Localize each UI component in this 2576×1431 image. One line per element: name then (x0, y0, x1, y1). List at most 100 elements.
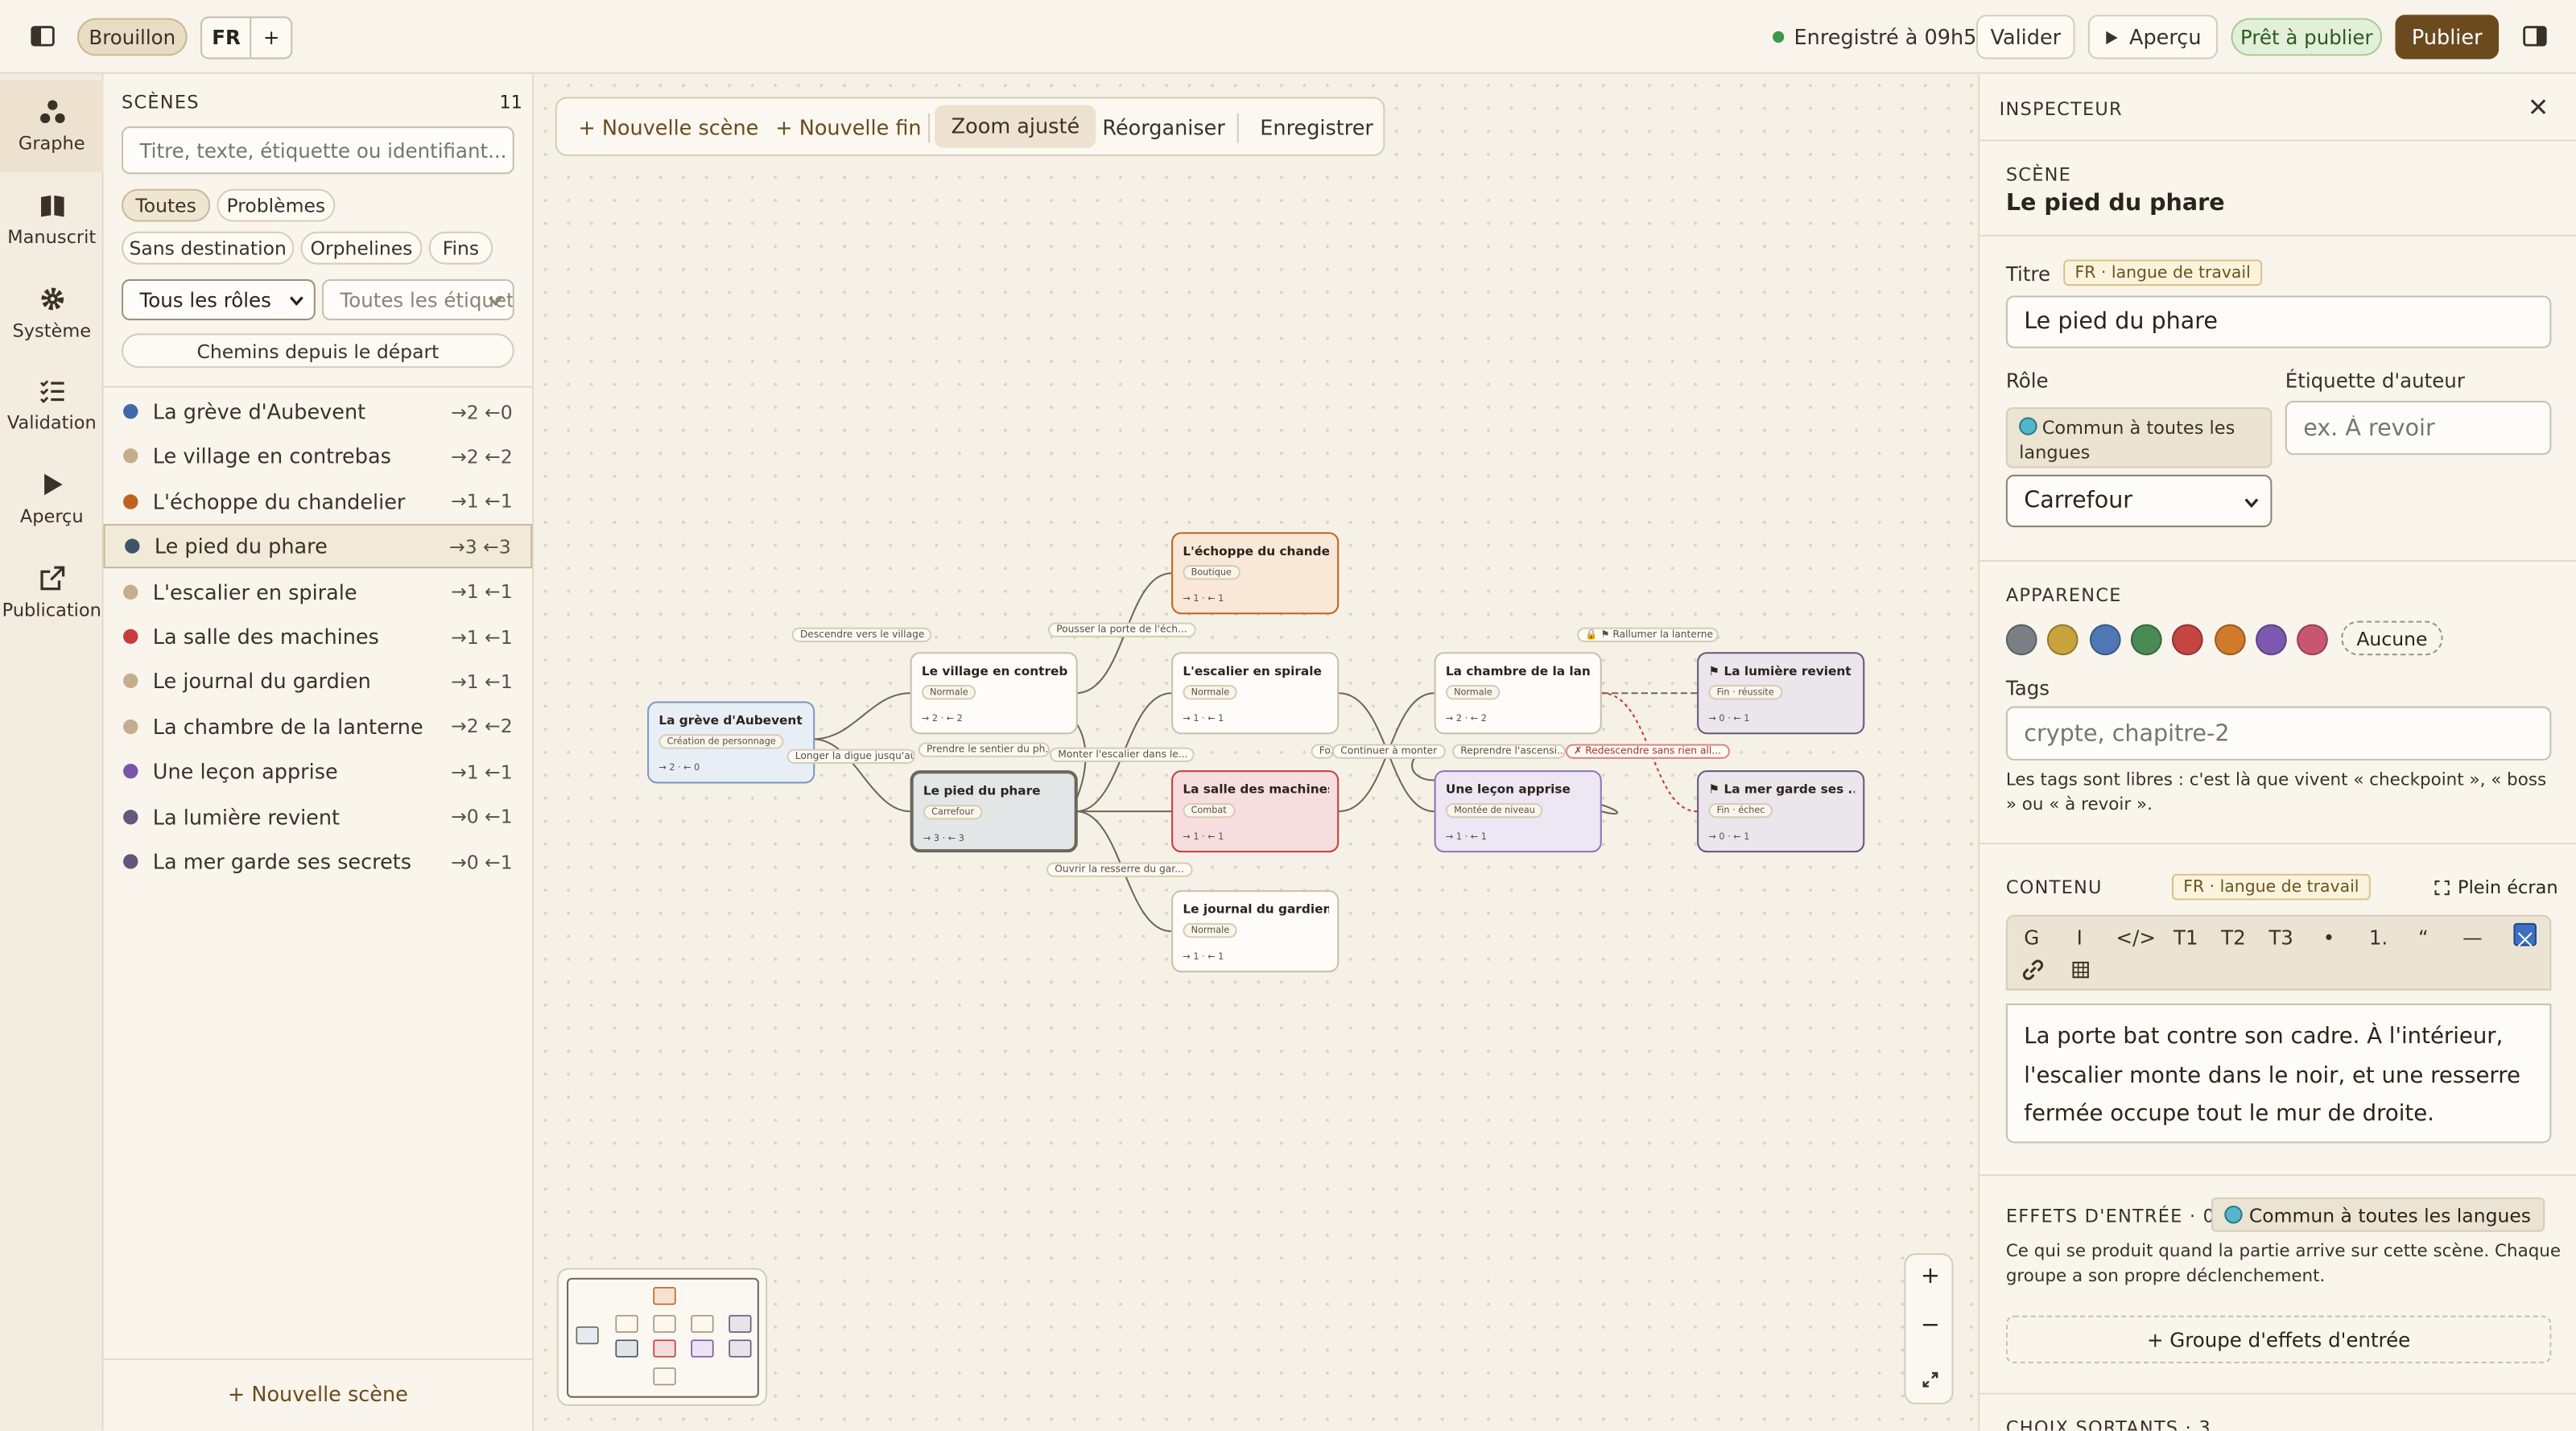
nav-preview[interactable]: Aperçu (0, 453, 104, 545)
color-swatch[interactable] (2047, 624, 2079, 656)
graph-node[interactable]: L'échoppe du chande... Boutique → 1 · ← 1 (1171, 532, 1340, 615)
edge-label[interactable]: Reprendre l'ascensi... (1452, 744, 1566, 759)
add-language-button[interactable]: + (252, 18, 291, 57)
bold-button[interactable]: G (2024, 926, 2039, 950)
graph-node[interactable]: Le village en contrebas Normale → 2 · ← 2 (910, 652, 1078, 735)
scene-list-item[interactable]: Le village en contrebas →2 ←2 (104, 435, 533, 479)
scene-list-item[interactable]: Le journal du gardien →1 ←1 (104, 659, 533, 703)
filter-orphans[interactable]: Orphelines (300, 231, 423, 265)
minimap[interactable] (556, 1268, 768, 1406)
color-swatch[interactable] (2089, 624, 2120, 656)
role-select[interactable]: Tous les rôles (122, 278, 316, 320)
edge-label[interactable]: ✗ Redescendre sans rien all... (1565, 744, 1730, 759)
color-swatch[interactable] (2172, 624, 2204, 656)
scene-list-item[interactable]: La lumière revient →0 ←1 (104, 794, 533, 839)
scene-list-item[interactable]: L'escalier en spirale →1 ←1 (104, 569, 533, 613)
scene-color-dot (123, 854, 138, 869)
inspector-toggle-icon[interactable] (2522, 23, 2549, 50)
edge-label[interactable]: Descendre vers le village (791, 627, 932, 642)
edge-label[interactable]: Pousser la porte de l'éch... (1048, 622, 1195, 637)
color-swatch[interactable] (2213, 624, 2245, 656)
color-swatch[interactable] (2130, 624, 2162, 656)
scene-name: L'échoppe du chandelier (152, 489, 406, 514)
graph-node[interactable]: La salle des machines Combat → 1 · ← 1 (1171, 770, 1340, 853)
sidebar-toggle-icon[interactable] (30, 23, 56, 50)
edge-label[interactable]: 🔒 ⚑ Rallumer la lanterne (1577, 627, 1719, 642)
graph-node[interactable]: L'escalier en spirale Normale → 1 · ← 1 (1171, 652, 1340, 735)
scene-list-item[interactable]: La grève d'Aubevent →2 ←0 (104, 390, 533, 434)
scene-list-item[interactable]: Le pied du phare →3 ←3 (103, 524, 533, 569)
edge-label[interactable]: Ouvrir la resserre du gar... (1046, 862, 1193, 877)
draft-status-badge[interactable]: Brouillon (76, 18, 188, 56)
fit-view-icon[interactable] (1922, 1371, 1938, 1388)
edge-label[interactable]: Prendre le sentier du ph... (918, 742, 1051, 757)
graph-node[interactable]: ⚑ La mer garde ses ... Fin · échec → 0 · ←… (1697, 770, 1865, 853)
filter-all[interactable]: Toutes (122, 188, 211, 222)
fullscreen-button[interactable]: Plein écran (2434, 877, 2558, 898)
tags-input[interactable] (2005, 706, 2552, 761)
scene-list-item[interactable]: Une leçon apprise →1 ←1 (104, 749, 533, 794)
ordered-list-button[interactable]: 1. (2369, 926, 2388, 950)
graph-node[interactable]: La chambre de la lan... Normale → 2 · ← 2 (1434, 652, 1602, 735)
minimap-nodes (576, 1287, 752, 1386)
heading2-button[interactable]: T2 (2221, 926, 2246, 950)
graph-node[interactable]: ⚑ La lumière revient Fin · réussite → 0 · … (1697, 652, 1865, 735)
author-label-input[interactable] (2285, 400, 2552, 456)
role-select[interactable]: Carrefour (2005, 474, 2273, 528)
paths-from-start-button[interactable]: Chemins depuis le départ (122, 333, 514, 369)
filter-no-destination[interactable]: Sans destination (122, 231, 295, 265)
add-entry-effects-button[interactable]: + Groupe d'effets d'entrée (2005, 1315, 2552, 1363)
graph-node[interactable]: Le pied du phare Carrefour → 3 · ← 3 (910, 770, 1078, 853)
image-toggle-icon[interactable] (2513, 922, 2537, 947)
graph-node[interactable]: Une leçon apprise Montée de niveau → 1 · ←… (1434, 770, 1602, 853)
node-link-counts: → 2 · ← 2 (1445, 714, 1487, 724)
no-color-option[interactable]: Aucune (2341, 621, 2443, 656)
heading1-button[interactable]: T1 (2174, 926, 2198, 950)
saved-status-text: Enregistré à 09h51 (1794, 24, 1990, 50)
graph-canvas[interactable]: + Nouvelle scène + Nouvelle fin Zoom aju… (534, 73, 1979, 1431)
language-fr-button[interactable]: FR (202, 18, 253, 58)
bullet-list-button[interactable]: • (2323, 926, 2334, 950)
scene-title-input[interactable]: Le pied du phare (2005, 295, 2552, 348)
edge-label[interactable]: Monter l'escalier dans le... (1050, 747, 1195, 762)
scene-list-item[interactable]: La chambre de la lanterne →2 ←2 (104, 704, 533, 748)
edge-label[interactable]: Continuer à monter (1332, 744, 1446, 759)
heading3-button[interactable]: T3 (2268, 926, 2293, 950)
close-icon[interactable] (2530, 98, 2546, 114)
graph-node[interactable]: La grève d'Aubevent Création de personnag… (647, 701, 815, 784)
code-button[interactable]: </> (2116, 926, 2156, 950)
nav-manuscript[interactable]: Manuscrit (0, 174, 104, 266)
link-icon[interactable] (2022, 959, 2044, 981)
validate-button[interactable]: Valider (1976, 14, 2075, 60)
filter-problems[interactable]: Problèmes (217, 188, 336, 222)
graph-node[interactable]: Le journal du gardien Normale → 1 · ← 1 (1171, 890, 1340, 973)
content-editor[interactable]: La porte bat contre son cadre. À l'intér… (2005, 1003, 2552, 1144)
new-scene-footer-button[interactable]: + Nouvelle scène (104, 1381, 533, 1406)
book-icon (39, 195, 64, 217)
label-select[interactable]: Toutes les étiquettes (321, 278, 514, 320)
edge-label[interactable]: Longer la digue jusqu'au... (786, 748, 915, 764)
divider-button[interactable]: — (2462, 926, 2482, 950)
publish-button[interactable]: Publier (2395, 14, 2500, 60)
color-swatch[interactable] (2255, 624, 2287, 656)
nav-validation[interactable]: Validation (0, 360, 104, 452)
zoom-in-button[interactable]: + (1905, 1263, 1955, 1289)
nav-system[interactable]: Système (0, 268, 104, 360)
scene-name: Le pied du phare (154, 534, 328, 559)
color-swatch[interactable] (2005, 624, 2037, 656)
nav-graph[interactable]: Graphe (0, 80, 104, 173)
color-swatch[interactable] (2297, 624, 2329, 656)
quote-button[interactable]: “ (2418, 926, 2429, 950)
scene-list-item[interactable]: La salle des machines →1 ←1 (104, 614, 533, 658)
zoom-out-button[interactable]: − (1905, 1313, 1955, 1339)
scene-list-item[interactable]: L'échoppe du chandelier →1 ←1 (104, 479, 533, 523)
italic-button[interactable]: I (2077, 926, 2083, 950)
preview-button[interactable]: Aperçu (2087, 14, 2219, 60)
tags-label: Tags (2005, 676, 2050, 700)
edge-label[interactable]: Fo... (1311, 744, 1335, 759)
filter-endings[interactable]: Fins (428, 231, 493, 265)
table-icon[interactable] (2071, 961, 2089, 979)
scene-list-item[interactable]: La mer garde ses secrets →0 ←1 (104, 839, 533, 884)
scene-search-input[interactable] (122, 126, 514, 175)
nav-publication[interactable]: Publication (0, 547, 104, 639)
